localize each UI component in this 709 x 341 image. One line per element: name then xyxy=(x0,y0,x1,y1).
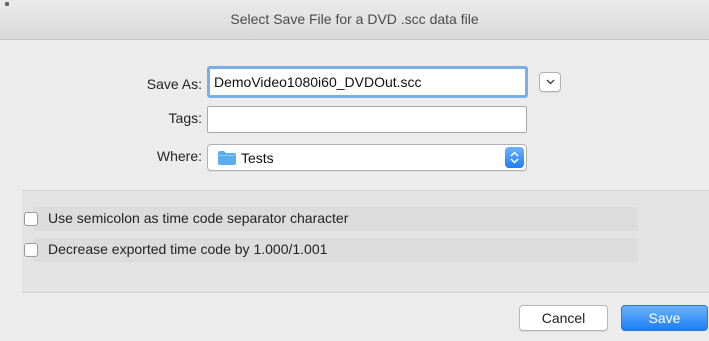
chevron-down-icon xyxy=(546,79,555,85)
save-button[interactable]: Save xyxy=(621,305,708,331)
where-selected-value: Tests xyxy=(241,150,274,166)
save-as-label: Save As: xyxy=(146,76,202,92)
folder-icon xyxy=(218,151,236,168)
decrease-timecode-label[interactable]: Decrease exported time code by 1.000/1.0… xyxy=(48,241,327,257)
title-bar: Select Save File for a DVD .scc data fil… xyxy=(0,0,709,40)
window-title: Select Save File for a DVD .scc data fil… xyxy=(230,11,479,27)
decrease-timecode-checkbox[interactable] xyxy=(24,243,38,257)
save-as-input[interactable]: DemoVideo1080i60_DVDOut.scc xyxy=(207,66,528,98)
window-corner-mark xyxy=(5,2,9,6)
where-label: Where: xyxy=(156,148,202,164)
where-location-select[interactable]: Tests xyxy=(207,144,527,171)
semicolon-separator-checkbox[interactable] xyxy=(24,212,38,226)
cancel-button[interactable]: Cancel xyxy=(519,305,608,331)
tags-input[interactable] xyxy=(207,106,527,133)
updown-arrows-icon[interactable] xyxy=(505,147,524,168)
expand-dialog-button[interactable] xyxy=(539,72,561,92)
semicolon-separator-label[interactable]: Use semicolon as time code separator cha… xyxy=(48,210,348,226)
tags-label: Tags: xyxy=(168,110,202,126)
